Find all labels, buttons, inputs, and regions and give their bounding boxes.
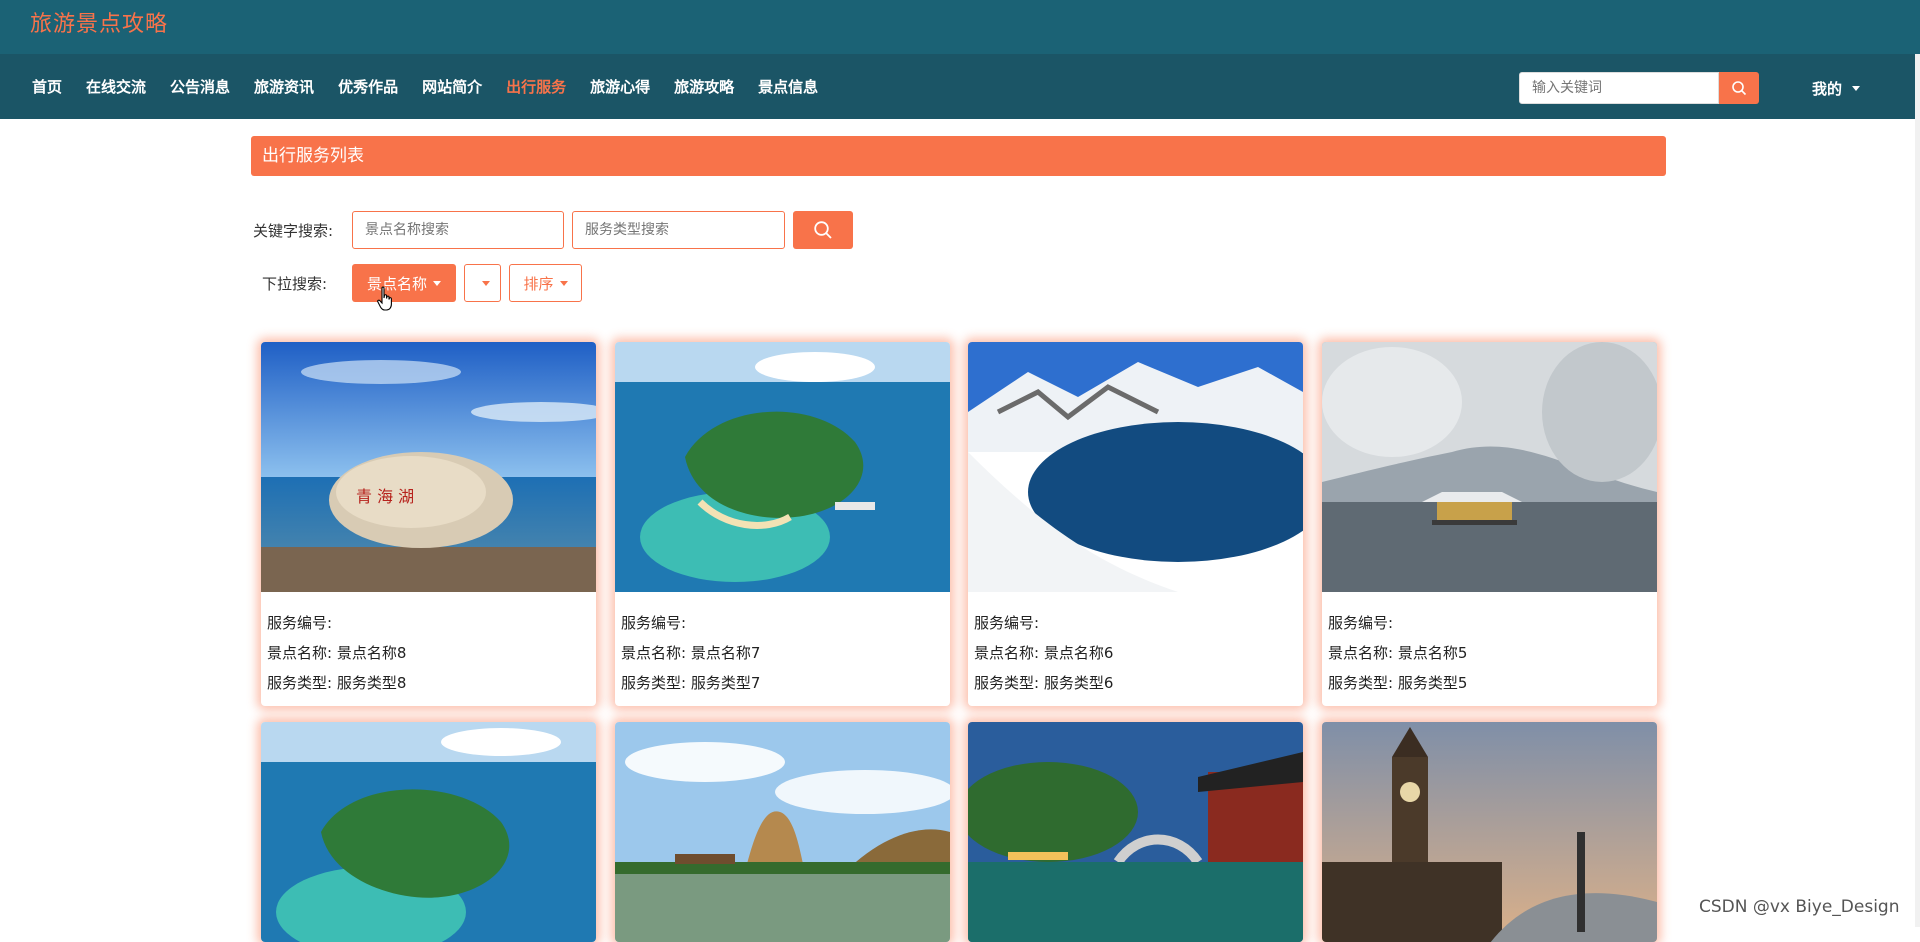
scrollbar[interactable] [1915, 54, 1920, 927]
card-service-id: 服务编号: [1328, 614, 1394, 632]
nav-item[interactable]: 在线交流 [74, 76, 158, 97]
top-header [0, 0, 1920, 54]
user-menu[interactable]: 我的 [1812, 78, 1861, 99]
nav-list: 首页 在线交流 公告消息 旅游资讯 优秀作品 网站简介 出行服务 旅游心得 旅游攻略 景点信息 [20, 54, 830, 119]
card-service-type: 服务类型: 服务类型7 [621, 674, 761, 692]
svg-text:青 海 湖: 青 海 湖 [356, 487, 414, 506]
search-button[interactable] [793, 211, 853, 249]
user-menu-label: 我的 [1812, 80, 1843, 98]
card-image-water-town[interactable] [968, 722, 1303, 942]
nav-item[interactable]: 景点信息 [746, 76, 830, 97]
site-title[interactable]: 旅游景点攻略 [30, 6, 168, 38]
card-service-id: 服务编号: [267, 614, 333, 632]
card-image-island-aerial[interactable] [615, 342, 950, 592]
caret-down-icon [433, 280, 441, 286]
service-card[interactable]: 服务编号: 景点名称: 景点名称5 服务类型: 服务类型5 [1322, 342, 1657, 706]
card-image-snow-pavilion[interactable] [1322, 342, 1657, 592]
nav-item[interactable]: 优秀作品 [326, 76, 410, 97]
card-image-beach-rock[interactable]: 青 海 湖 [261, 342, 596, 592]
card-service-type: 服务类型: 服务类型8 [267, 674, 407, 692]
service-card[interactable]: 青 海 湖 服务编号: 景点名称: 景点名称8 服务类型: 服务类型8 [261, 342, 596, 706]
nav-search-button[interactable] [1719, 72, 1759, 104]
keyword-search-label: 关键字搜索: [253, 222, 334, 240]
card-service-type: 服务类型: 服务类型5 [1328, 674, 1468, 692]
caret-down-icon [559, 280, 568, 286]
card-service-type: 服务类型: 服务类型6 [974, 674, 1114, 692]
name-search-input[interactable] [352, 211, 564, 249]
service-card[interactable]: 服务编号: 景点名称: 景点名称7 服务类型: 服务类型7 [615, 342, 950, 706]
service-card[interactable] [261, 722, 596, 942]
nav-item[interactable]: 首页 [20, 76, 74, 97]
sort-dropdown[interactable]: 排序 [509, 264, 582, 302]
empty-dropdown[interactable] [464, 264, 501, 302]
nav-item[interactable]: 公告消息 [158, 76, 242, 97]
search-icon [814, 221, 832, 239]
card-image-big-ben[interactable] [1322, 722, 1657, 942]
card-spot-name: 景点名称: 景点名称5 [1328, 644, 1468, 662]
card-service-id: 服务编号: [974, 614, 1040, 632]
caret-down-icon [481, 280, 490, 286]
service-card[interactable]: 服务编号: 景点名称: 景点名称6 服务类型: 服务类型6 [968, 342, 1303, 706]
service-card[interactable] [968, 722, 1303, 942]
nav-item[interactable]: 旅游攻略 [662, 76, 746, 97]
sort-dropdown-label: 排序 [523, 274, 554, 293]
pointer-cursor-icon [377, 286, 392, 311]
search-icon [1732, 81, 1747, 96]
card-service-id: 服务编号: [621, 614, 687, 632]
card-spot-name: 景点名称: 景点名称8 [267, 644, 407, 662]
service-card[interactable] [1322, 722, 1657, 942]
card-image-karst-mountains[interactable] [615, 722, 950, 942]
card-image-island-aerial[interactable] [261, 722, 596, 942]
watermark: CSDN @vx Biye_Design [1699, 897, 1900, 917]
card-image-snow-lake[interactable] [968, 342, 1303, 592]
type-search-input[interactable] [572, 211, 785, 249]
nav-item[interactable]: 旅游心得 [578, 76, 662, 97]
service-card[interactable] [615, 722, 950, 942]
caret-down-icon [1852, 86, 1861, 91]
nav-item[interactable]: 出行服务 [494, 76, 578, 97]
nav-item[interactable]: 网站简介 [410, 76, 494, 97]
card-spot-name: 景点名称: 景点名称6 [974, 644, 1114, 662]
list-title: 出行服务列表 [251, 136, 1666, 176]
nav-search-input[interactable] [1519, 72, 1719, 104]
nav-item[interactable]: 旅游资讯 [242, 76, 326, 97]
dropdown-search-label: 下拉搜索: [262, 275, 328, 293]
card-spot-name: 景点名称: 景点名称7 [621, 644, 761, 662]
spot-name-dropdown[interactable]: 景点名称 [352, 264, 456, 302]
